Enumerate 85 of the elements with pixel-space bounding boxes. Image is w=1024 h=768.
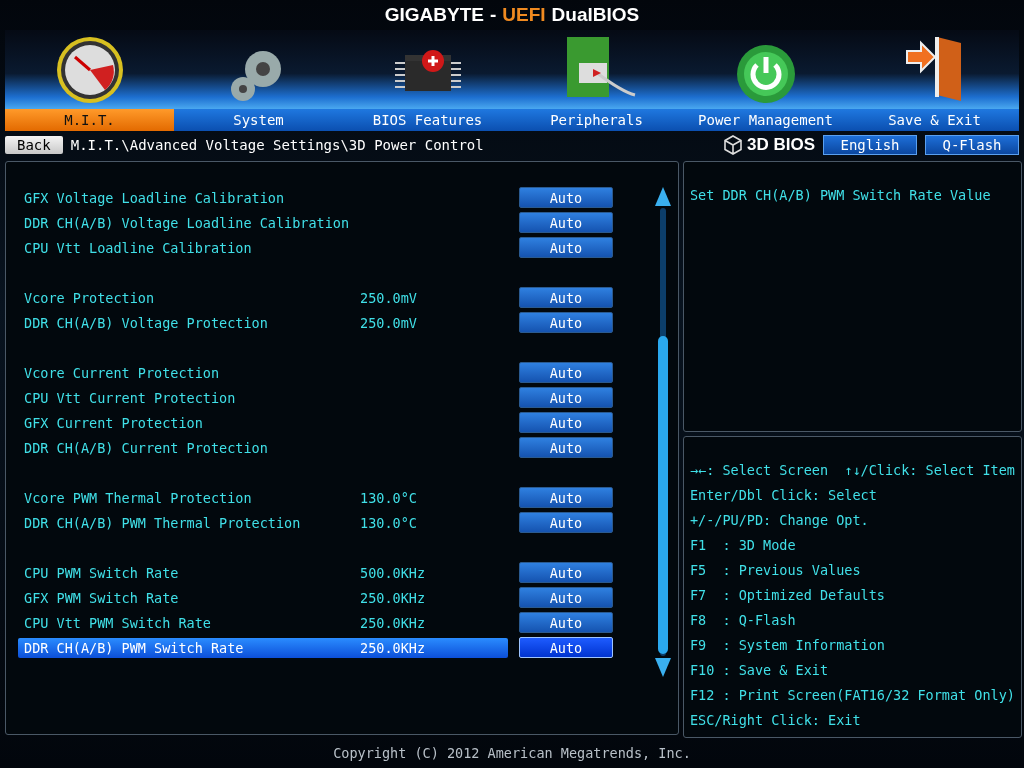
- title-separator: -: [490, 3, 497, 26]
- setting-label: CPU PWM Switch Rate: [24, 564, 180, 581]
- help-line: F8 : Q-Flash: [689, 612, 797, 631]
- option-button[interactable]: Auto: [519, 612, 613, 634]
- option-button[interactable]: Auto: [519, 362, 613, 384]
- setting-label: GFX Voltage Loadline Calibration: [24, 189, 286, 206]
- setting-row[interactable]: CPU Vtt Loadline Calibration: [18, 237, 508, 258]
- option-button[interactable]: Auto: [519, 637, 613, 659]
- option-button[interactable]: Auto: [519, 237, 613, 259]
- bios-title: GIGABYTE: [384, 3, 484, 26]
- setting-label: DDR CH(A/B) PWM Thermal Protection: [24, 514, 302, 531]
- setting-row[interactable]: CPU PWM Switch Rate 500.0KHz: [18, 562, 508, 583]
- menu-tab[interactable]: M.I.T.: [5, 109, 174, 132]
- option-button[interactable]: Auto: [519, 212, 613, 234]
- option-button[interactable]: Auto: [519, 312, 613, 334]
- title-accent: UEFI: [502, 3, 546, 26]
- setting-row[interactable]: Vcore Protection 250.0mV: [18, 287, 508, 308]
- option-button[interactable]: Auto: [519, 587, 613, 609]
- setting-row[interactable]: DDR CH(A/B) Voltage Protection 250.0mV: [18, 312, 508, 333]
- setting-row[interactable]: DDR CH(A/B) PWM Switch Rate 250.0KHz: [18, 637, 508, 658]
- option-button[interactable]: Auto: [519, 437, 613, 459]
- speedometer-icon: [54, 35, 125, 106]
- back-button[interactable]: Back: [5, 136, 63, 155]
- option-button[interactable]: Auto: [519, 562, 613, 584]
- menu-tab[interactable]: Power Management: [681, 109, 850, 132]
- setting-label: DDR CH(A/B) Voltage Protection: [24, 314, 269, 331]
- menu-tab[interactable]: System: [174, 109, 343, 132]
- qflash-button[interactable]: Q-Flash: [925, 135, 1019, 156]
- setting-row[interactable]: DDR CH(A/B) Current Protection: [18, 437, 508, 458]
- help-line: +/-/PU/PD: Change Opt.: [689, 512, 870, 531]
- help-line: F9 : System Information: [689, 637, 886, 656]
- setting-value: 130.0°C: [360, 489, 417, 506]
- setting-label: Vcore Current Protection: [24, 364, 221, 381]
- setting-row[interactable]: DDR CH(A/B) Voltage Loadline Calibration: [18, 212, 508, 233]
- option-button[interactable]: Auto: [519, 412, 613, 434]
- setting-value: 250.0mV: [360, 314, 417, 331]
- title-product: DualBIOS: [551, 3, 640, 26]
- setting-label: CPU Vtt Current Protection: [24, 389, 237, 406]
- setting-value: 250.0KHz: [360, 614, 426, 631]
- help-line: →←: Select Screen ↑↓/Click: Select Item: [689, 462, 1015, 481]
- option-button[interactable]: Auto: [519, 187, 613, 209]
- setting-row[interactable]: CPU Vtt Current Protection: [18, 387, 508, 408]
- description-text: Set DDR CH(A/B) PWM Switch Rate Value: [689, 187, 991, 204]
- setting-row[interactable]: Vcore PWM Thermal Protection 130.0°C: [18, 487, 508, 508]
- help-line: F12 : Print Screen(FAT16/32 Format Only): [689, 687, 1015, 706]
- setting-row[interactable]: GFX Current Protection: [18, 412, 508, 433]
- setting-label: DDR CH(A/B) Current Protection: [24, 439, 269, 456]
- option-button[interactable]: Auto: [519, 287, 613, 309]
- cube-icon: [722, 135, 743, 156]
- scrollbar[interactable]: [653, 186, 672, 679]
- setting-value: 250.0KHz: [360, 639, 426, 656]
- setting-label: Vcore Protection: [24, 289, 156, 306]
- power-icon: [734, 43, 797, 106]
- option-button[interactable]: Auto: [519, 387, 613, 409]
- setting-row[interactable]: Vcore Current Protection: [18, 362, 508, 383]
- setting-value: 500.0KHz: [360, 564, 426, 581]
- help-line: F5 : Previous Values: [689, 562, 862, 581]
- setting-label: GFX Current Protection: [24, 414, 204, 431]
- help-line: ESC/Right Click: Exit: [689, 712, 862, 731]
- setting-label: Vcore PWM Thermal Protection: [24, 489, 253, 506]
- setting-row[interactable]: DDR CH(A/B) PWM Thermal Protection 130.0°C: [18, 512, 508, 533]
- setting-row[interactable]: GFX PWM Switch Rate 250.0KHz: [18, 587, 508, 608]
- setting-label: CPU Vtt Loadline Calibration: [24, 239, 253, 256]
- setting-label: CPU Vtt PWM Switch Rate: [24, 614, 212, 631]
- setting-value: 130.0°C: [360, 514, 417, 531]
- setting-value: 250.0KHz: [360, 589, 426, 606]
- setting-row[interactable]: GFX Voltage Loadline Calibration: [18, 187, 508, 208]
- setting-label: DDR CH(A/B) Voltage Loadline Calibration: [24, 214, 351, 231]
- option-button[interactable]: Auto: [519, 512, 613, 534]
- language-button[interactable]: English: [823, 135, 917, 156]
- setting-value: 250.0mV: [360, 289, 417, 306]
- menu-tab[interactable]: BIOS Features: [343, 109, 512, 132]
- help-line: Enter/Dbl Click: Select: [689, 487, 878, 506]
- menu-tab[interactable]: Peripherals: [512, 109, 681, 132]
- help-line: F7 : Optimized Defaults: [689, 587, 886, 606]
- option-button[interactable]: Auto: [519, 487, 613, 509]
- logo-text: 3D BIOS: [746, 135, 815, 156]
- help-line: F10 : Save & Exit: [689, 662, 830, 681]
- setting-row[interactable]: CPU Vtt PWM Switch Rate 250.0KHz: [18, 612, 508, 633]
- setting-label: GFX PWM Switch Rate: [24, 589, 180, 606]
- menu-tab[interactable]: Save & Exit: [850, 109, 1019, 132]
- setting-label: DDR CH(A/B) PWM Switch Rate: [24, 639, 245, 656]
- copyright-text: Copyright (C) 2012 American Megatrends, Inc.: [333, 745, 691, 762]
- help-line: F1 : 3D Mode: [689, 537, 797, 556]
- breadcrumb-path: M.I.T.\Advanced Voltage Settings\3D Power Control: [70, 137, 485, 154]
